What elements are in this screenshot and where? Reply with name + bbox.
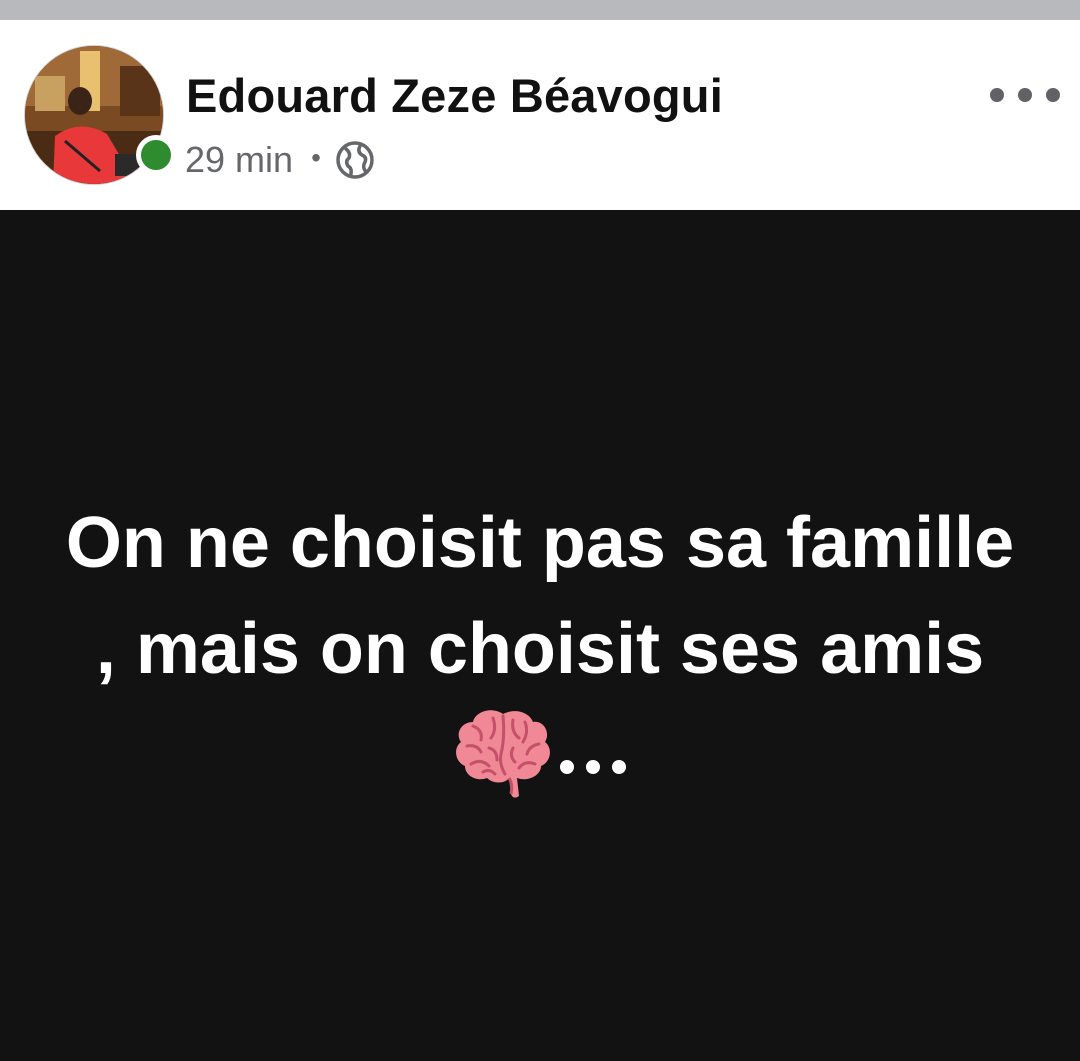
ellipsis xyxy=(560,760,626,776)
brain-icon xyxy=(456,710,550,798)
post-body: On ne choisit pas sa famille , mais on c… xyxy=(0,210,1080,1061)
online-status-dot xyxy=(136,135,176,175)
globe-icon[interactable] xyxy=(335,140,375,180)
post-text-line-2: , mais on choisit ses amis xyxy=(95,609,985,689)
post-meta: 29 min • xyxy=(185,138,375,182)
post-time[interactable]: 29 min xyxy=(185,139,293,181)
more-options-button[interactable] xyxy=(990,80,1060,110)
status-bar-strip xyxy=(0,0,1080,20)
meta-separator: • xyxy=(311,142,321,173)
post-header: Edouard Zeze Béavogui 29 min • xyxy=(0,20,1080,210)
author-name[interactable]: Edouard Zeze Béavogui xyxy=(186,68,723,123)
post-text-line-3 xyxy=(0,708,1080,808)
post-text: On ne choisit pas sa famille , mais on c… xyxy=(20,490,1060,702)
post-text-line-1: On ne choisit pas sa famille xyxy=(65,503,1015,583)
more-options-icon xyxy=(990,88,1004,102)
